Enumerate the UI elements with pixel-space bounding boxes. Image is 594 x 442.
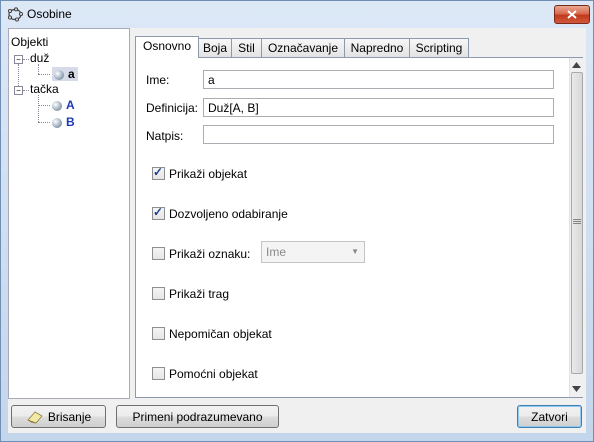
point-icon [52,117,62,128]
label-mode-select[interactable]: Ime ▼ [261,241,365,263]
tree-item-A[interactable]: A [52,98,75,112]
show-trace-label: Prikaži trag [169,287,230,301]
tree-item-B[interactable]: B [52,115,75,129]
apply-defaults-button[interactable]: Primeni podrazumevano [116,405,279,428]
delete-button[interactable]: Brisanje [11,405,106,428]
tree-group-segment[interactable]: duž [30,51,49,65]
eraser-icon [27,410,43,423]
geogebra-icon [7,7,23,22]
point-icon [52,100,62,111]
definition-label: Definicija: [146,101,199,115]
collapse-icon[interactable]: − [14,55,23,64]
point-icon [54,69,64,80]
basic-panel: Ime: a Definicija: Duž[A, B] Natpis: Pri… [135,57,583,398]
tab-labeling[interactable]: Označavanje [261,38,345,57]
scroll-up-icon[interactable] [572,62,581,68]
close-window-button[interactable] [554,5,590,24]
show-object-label: Prikaži objekat [169,167,248,181]
definition-input[interactable]: Duž[A, B] [203,98,554,117]
window-title: Osobine [27,7,72,21]
show-object-checkbox[interactable] [152,165,165,180]
auxiliary-object-checkbox[interactable] [152,367,165,380]
dropdown-arrow-icon: ▼ [351,247,359,256]
tree-item-a[interactable]: a [52,67,78,81]
collapse-icon[interactable]: − [14,86,23,95]
object-tree[interactable]: Objekti − duž a − tačka A B [8,28,130,399]
grip-icon [573,219,581,224]
dialog-body: Objekti − duž a − tačka A B Osnovno Boja… [8,28,586,433]
properties-window: Osobine Objekti − duž a − tačka A B Osno… [0,0,594,442]
fix-object-label: Nepomičan objekat [169,327,272,341]
show-label-checkbox[interactable] [152,247,165,260]
panel-scrollbar[interactable] [569,58,583,397]
caption-input[interactable] [203,125,554,144]
close-button[interactable]: Zatvori [517,405,582,428]
name-input[interactable]: a [203,70,554,89]
scrollbar-thumb[interactable] [571,72,583,374]
show-label-label: Prikaži oznaku: [169,247,251,261]
close-icon [567,10,577,19]
title-bar[interactable]: Osobine [1,1,593,27]
fix-object-checkbox[interactable] [152,327,165,340]
tree-group-point[interactable]: tačka [30,82,59,96]
tab-scripting[interactable]: Scripting [409,38,469,57]
caption-label: Natpis: [146,129,184,143]
tab-color[interactable]: Boja [198,38,232,57]
tab-style[interactable]: Stil [231,38,262,57]
auxiliary-object-label: Pomoćni objekat [169,367,258,381]
selection-allowed-checkbox[interactable] [152,205,165,220]
scroll-down-icon[interactable] [572,386,581,392]
tab-advanced[interactable]: Napredno [344,38,410,57]
selection-allowed-label: Dozvoljeno odabiranje [169,207,288,221]
name-label: Ime: [146,73,170,87]
tree-root: Objekti [11,35,49,49]
show-trace-checkbox[interactable] [152,287,165,300]
tab-basic[interactable]: Osnovno [135,36,199,58]
